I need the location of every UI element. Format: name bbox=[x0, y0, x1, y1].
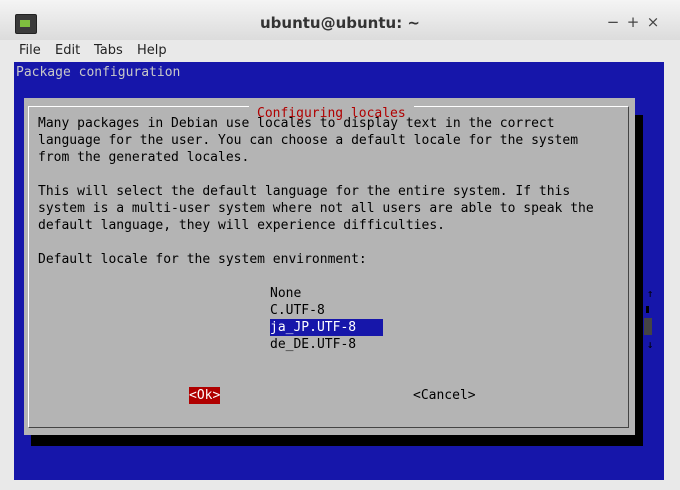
scrollbar-thumb[interactable] bbox=[644, 318, 652, 335]
terminal-window: ubuntu@ubuntu: ~ − + × File Edit Tabs He… bbox=[0, 0, 680, 490]
locale-option-de-de-utf8[interactable]: de_DE.UTF-8 bbox=[270, 336, 383, 353]
minimize-icon[interactable]: − bbox=[605, 14, 621, 30]
maximize-icon[interactable]: + bbox=[625, 14, 641, 30]
description-line: default language, they will experience d… bbox=[38, 218, 445, 233]
title-bar[interactable]: ubuntu@ubuntu: ~ − + × bbox=[0, 0, 680, 41]
description-line: language for the user. You can choose a … bbox=[38, 133, 579, 148]
scroll-track-marker bbox=[646, 306, 649, 313]
ok-button[interactable]: <Ok> bbox=[189, 387, 221, 404]
configuring-locales-dialog: Configuring locales Many packages in Deb… bbox=[24, 98, 653, 435]
close-icon[interactable]: × bbox=[645, 14, 661, 30]
scroll-up-icon[interactable]: ↑ bbox=[645, 285, 655, 302]
menu-help[interactable]: Help bbox=[137, 43, 167, 58]
locale-option-ja-jp-utf8[interactable]: ja_JP.UTF-8 bbox=[270, 319, 383, 336]
menu-file[interactable]: File bbox=[19, 43, 41, 58]
description-line: This will select the default language fo… bbox=[38, 184, 571, 199]
locale-option-none[interactable]: None bbox=[270, 285, 383, 302]
cancel-button[interactable]: <Cancel> bbox=[413, 387, 476, 404]
menu-bar: File Edit Tabs Help bbox=[0, 40, 680, 62]
menu-tabs[interactable]: Tabs bbox=[94, 43, 123, 58]
scroll-down-icon[interactable]: ↓ bbox=[645, 336, 655, 353]
menu-edit[interactable]: Edit bbox=[55, 43, 80, 58]
window-title: ubuntu@ubuntu: ~ bbox=[259, 14, 421, 32]
description-line: from the generated locales. bbox=[38, 150, 250, 165]
package-configuration-header: Package configuration bbox=[16, 65, 181, 80]
locale-option-c-utf8[interactable]: C.UTF-8 bbox=[270, 302, 383, 319]
locale-prompt: Default locale for the system environmen… bbox=[38, 252, 367, 267]
terminal-area[interactable]: Package configuration Configuring locale… bbox=[14, 62, 664, 480]
description-line: Many packages in Debian use locales to d… bbox=[38, 116, 555, 131]
description-line: system is a multi-user system where not … bbox=[38, 201, 594, 216]
